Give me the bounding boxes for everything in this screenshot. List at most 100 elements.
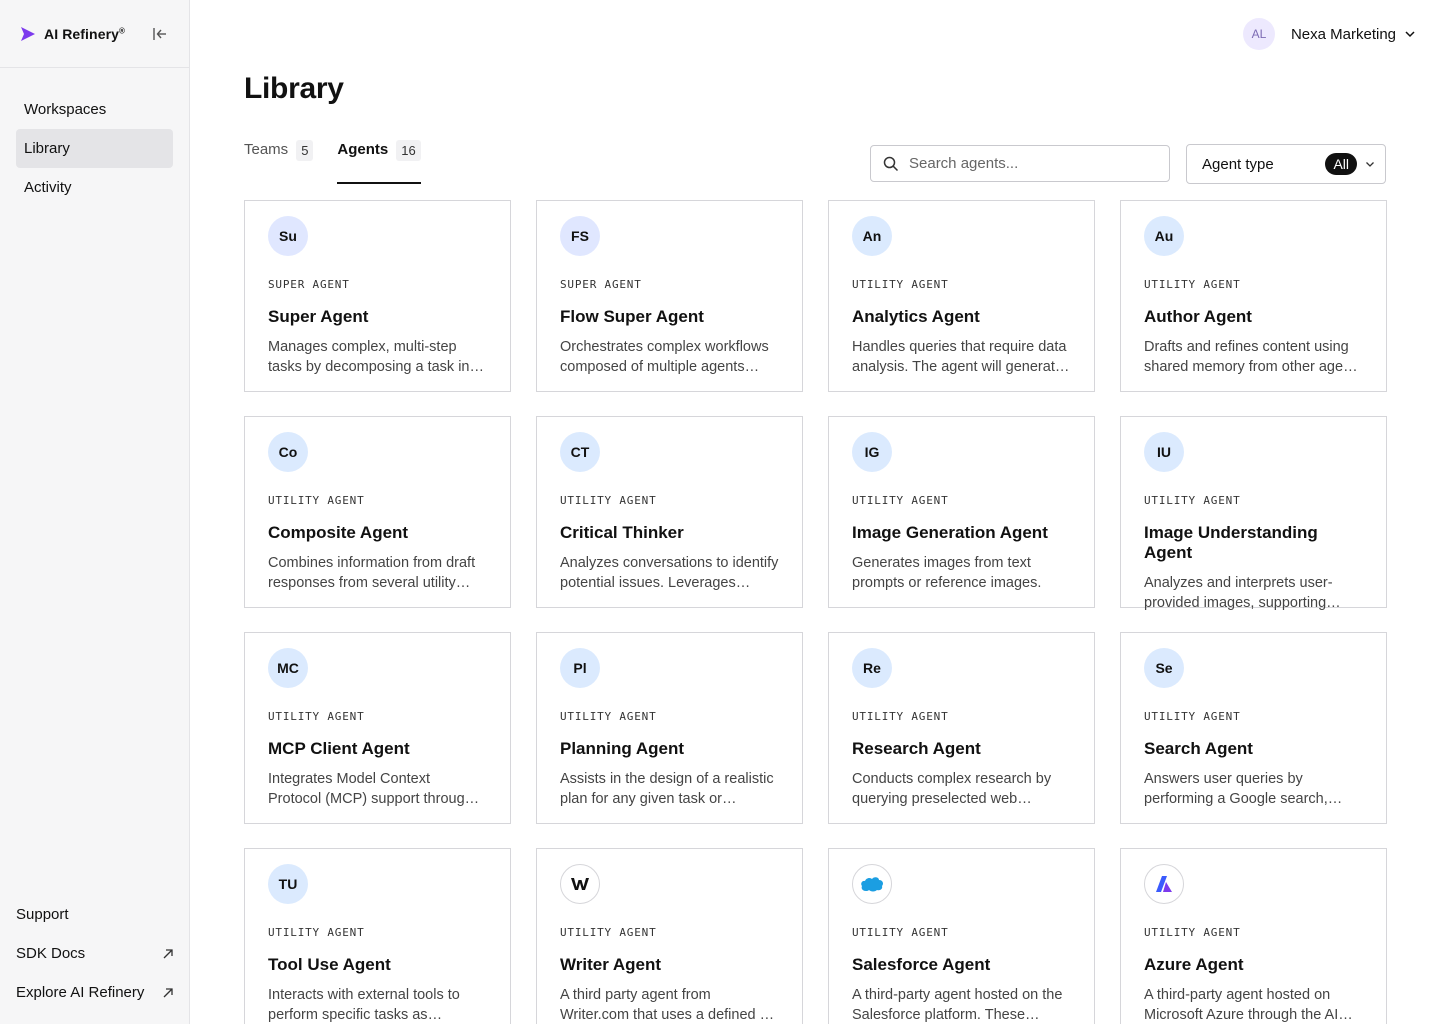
agent-name: Tool Use Agent bbox=[268, 955, 391, 974]
agent-description: Analyzes and interprets user-provided im… bbox=[1144, 575, 1333, 611]
explore-label: Explore AI Refinery bbox=[16, 984, 145, 1001]
agent-avatar: Su bbox=[268, 216, 308, 256]
ai-refinery-logo-icon bbox=[21, 26, 35, 41]
sidebar-footer: Support SDK Docs Explore AI Refinery bbox=[0, 895, 190, 1012]
agent-card[interactable]: Su SUPER AGENT Super Agent Manages compl… bbox=[244, 200, 511, 392]
agent-name: Writer Agent bbox=[560, 955, 662, 974]
filter-label: Agent type bbox=[1202, 155, 1274, 173]
collapse-left-icon bbox=[153, 28, 166, 40]
agent-type: UTILITY AGENT bbox=[560, 494, 657, 507]
agent-type: UTILITY AGENT bbox=[268, 710, 365, 723]
sidebar-item-label: Activity bbox=[24, 179, 72, 196]
agent-name: Analytics Agent bbox=[852, 307, 980, 326]
brand-header: AI Refinery® bbox=[0, 0, 189, 68]
agent-name: Flow Super Agent bbox=[560, 307, 704, 326]
agent-description: Drafts and refines content using shared … bbox=[1144, 339, 1363, 375]
agent-card[interactable]: MC UTILITY AGENT MCP Client Agent Integr… bbox=[244, 632, 511, 824]
sdk-docs-label: SDK Docs bbox=[16, 945, 86, 962]
sidebar-item-library[interactable]: Library bbox=[16, 129, 173, 168]
agent-type: UTILITY AGENT bbox=[1144, 494, 1241, 507]
agent-type: UTILITY AGENT bbox=[1144, 278, 1241, 291]
azure-logo-icon bbox=[1144, 864, 1184, 904]
count-badge: 5 bbox=[296, 140, 314, 161]
agent-name: Research Agent bbox=[852, 739, 981, 758]
agent-name: Planning Agent bbox=[560, 739, 685, 758]
agent-type: UTILITY AGENT bbox=[852, 926, 949, 939]
chevron-down-icon bbox=[1366, 161, 1374, 167]
agent-card[interactable]: IU UTILITY AGENT Image Understanding Age… bbox=[1120, 416, 1387, 611]
agent-name: Image Understanding Agent bbox=[1144, 523, 1318, 562]
agent-card[interactable]: Se UTILITY AGENT Search Agent Answers us… bbox=[1120, 632, 1387, 824]
agent-name: Salesforce Agent bbox=[852, 955, 991, 974]
external-link-icon bbox=[163, 948, 173, 958]
agent-type: UTILITY AGENT bbox=[268, 494, 365, 507]
agent-description: Answers user queries by performing a Goo… bbox=[1144, 771, 1328, 807]
agent-name: Image Generation Agent bbox=[852, 523, 1048, 542]
agent-card[interactable]: Re UTILITY AGENT Research Agent Conducts… bbox=[828, 632, 1095, 824]
agent-type: UTILITY AGENT bbox=[852, 710, 949, 723]
sidebar-item-label: Library bbox=[24, 140, 70, 157]
agent-avatar: Se bbox=[1144, 648, 1184, 688]
agent-name: Super Agent bbox=[268, 307, 369, 326]
agent-card[interactable]: IG UTILITY AGENT Image Generation Agent … bbox=[828, 416, 1095, 608]
org-name: Nexa Marketing bbox=[1290, 25, 1396, 43]
agent-description: Orchestrates complex workflows composed … bbox=[560, 339, 769, 375]
agent-name: MCP Client Agent bbox=[268, 739, 410, 758]
agent-grid: Su SUPER AGENT Super Agent Manages compl… bbox=[244, 200, 1387, 1024]
support-link[interactable]: Support bbox=[16, 895, 174, 934]
agent-card[interactable]: TU UTILITY AGENT Tool Use Agent Interact… bbox=[244, 848, 511, 1024]
tab-label: Teams bbox=[244, 141, 289, 158]
salesforce-logo-icon bbox=[852, 864, 892, 904]
library-tabs: Teams 5 Agents 16 bbox=[244, 138, 445, 184]
agent-card[interactable]: UTILITY AGENT Salesforce Agent A third-p… bbox=[828, 848, 1095, 1024]
chevron-down-icon bbox=[1405, 31, 1415, 38]
agent-card[interactable]: Au UTILITY AGENT Author Agent Drafts and… bbox=[1120, 200, 1387, 392]
org-switcher[interactable]: AL Nexa Marketing bbox=[1242, 18, 1416, 50]
tab-label: Agents bbox=[337, 141, 389, 158]
agent-description: A third-party agent hosted on the Salesf… bbox=[852, 987, 1063, 1023]
agent-avatar: MC bbox=[268, 648, 308, 688]
collapse-sidebar-button[interactable] bbox=[151, 25, 169, 43]
avatar: AL bbox=[1242, 18, 1275, 50]
support-label: Support bbox=[16, 906, 69, 923]
agent-description: Handles queries that require data analys… bbox=[852, 339, 1067, 375]
agent-avatar: CT bbox=[560, 432, 600, 472]
brand-name: AI Refinery® bbox=[44, 25, 126, 42]
agent-type: SUPER AGENT bbox=[268, 278, 350, 291]
agent-card[interactable]: CT UTILITY AGENT Critical Thinker Analyz… bbox=[536, 416, 803, 608]
agent-description: A third-party agent hosted on Microsoft … bbox=[1144, 987, 1339, 1023]
external-link-icon bbox=[163, 987, 173, 997]
search-icon bbox=[883, 156, 899, 171]
sidebar-nav: Workspaces Library Activity bbox=[0, 68, 189, 207]
agent-type: UTILITY AGENT bbox=[560, 926, 657, 939]
agent-type: UTILITY AGENT bbox=[852, 278, 949, 291]
page-title: Library bbox=[244, 72, 344, 105]
sidebar-item-workspaces[interactable]: Workspaces bbox=[16, 90, 173, 129]
agent-description: Interacts with external tools to perform… bbox=[268, 987, 460, 1023]
explore-ai-refinery-link[interactable]: Explore AI Refinery bbox=[16, 973, 174, 1012]
search-input[interactable] bbox=[909, 155, 1149, 172]
agent-card[interactable]: FS SUPER AGENT Flow Super Agent Orchestr… bbox=[536, 200, 803, 392]
agent-type: UTILITY AGENT bbox=[1144, 710, 1241, 723]
agent-name: Search Agent bbox=[1144, 739, 1253, 758]
agent-type-filter[interactable]: Agent type All bbox=[1186, 144, 1386, 184]
agent-card[interactable]: Pl UTILITY AGENT Planning Agent Assists … bbox=[536, 632, 803, 824]
filter-value-pill: All bbox=[1325, 153, 1357, 175]
sdk-docs-link[interactable]: SDK Docs bbox=[16, 934, 174, 973]
agent-avatar: IG bbox=[852, 432, 892, 472]
agent-card[interactable]: An UTILITY AGENT Analytics Agent Handles… bbox=[828, 200, 1095, 392]
sidebar-item-activity[interactable]: Activity bbox=[16, 168, 173, 207]
tab-teams[interactable]: Teams 5 bbox=[244, 138, 314, 184]
agent-description: Manages complex, multi-step tasks by dec… bbox=[268, 339, 482, 375]
agent-description: Conducts complex research by querying pr… bbox=[852, 771, 1052, 807]
agent-name: Author Agent bbox=[1144, 307, 1252, 326]
top-bar: AL Nexa Marketing bbox=[190, 0, 1440, 68]
agent-card[interactable]: UTILITY AGENT Azure Agent A third-party … bbox=[1120, 848, 1387, 1024]
agent-name: Azure Agent bbox=[1144, 955, 1244, 974]
tab-agents[interactable]: Agents 16 bbox=[337, 138, 422, 184]
agent-avatar: Pl bbox=[560, 648, 600, 688]
count-badge: 16 bbox=[396, 140, 421, 161]
agent-card[interactable]: Co UTILITY AGENT Composite Agent Combine… bbox=[244, 416, 511, 608]
agent-name: Composite Agent bbox=[268, 523, 409, 542]
agent-card[interactable]: UTILITY AGENT Writer Agent A third party… bbox=[536, 848, 803, 1024]
